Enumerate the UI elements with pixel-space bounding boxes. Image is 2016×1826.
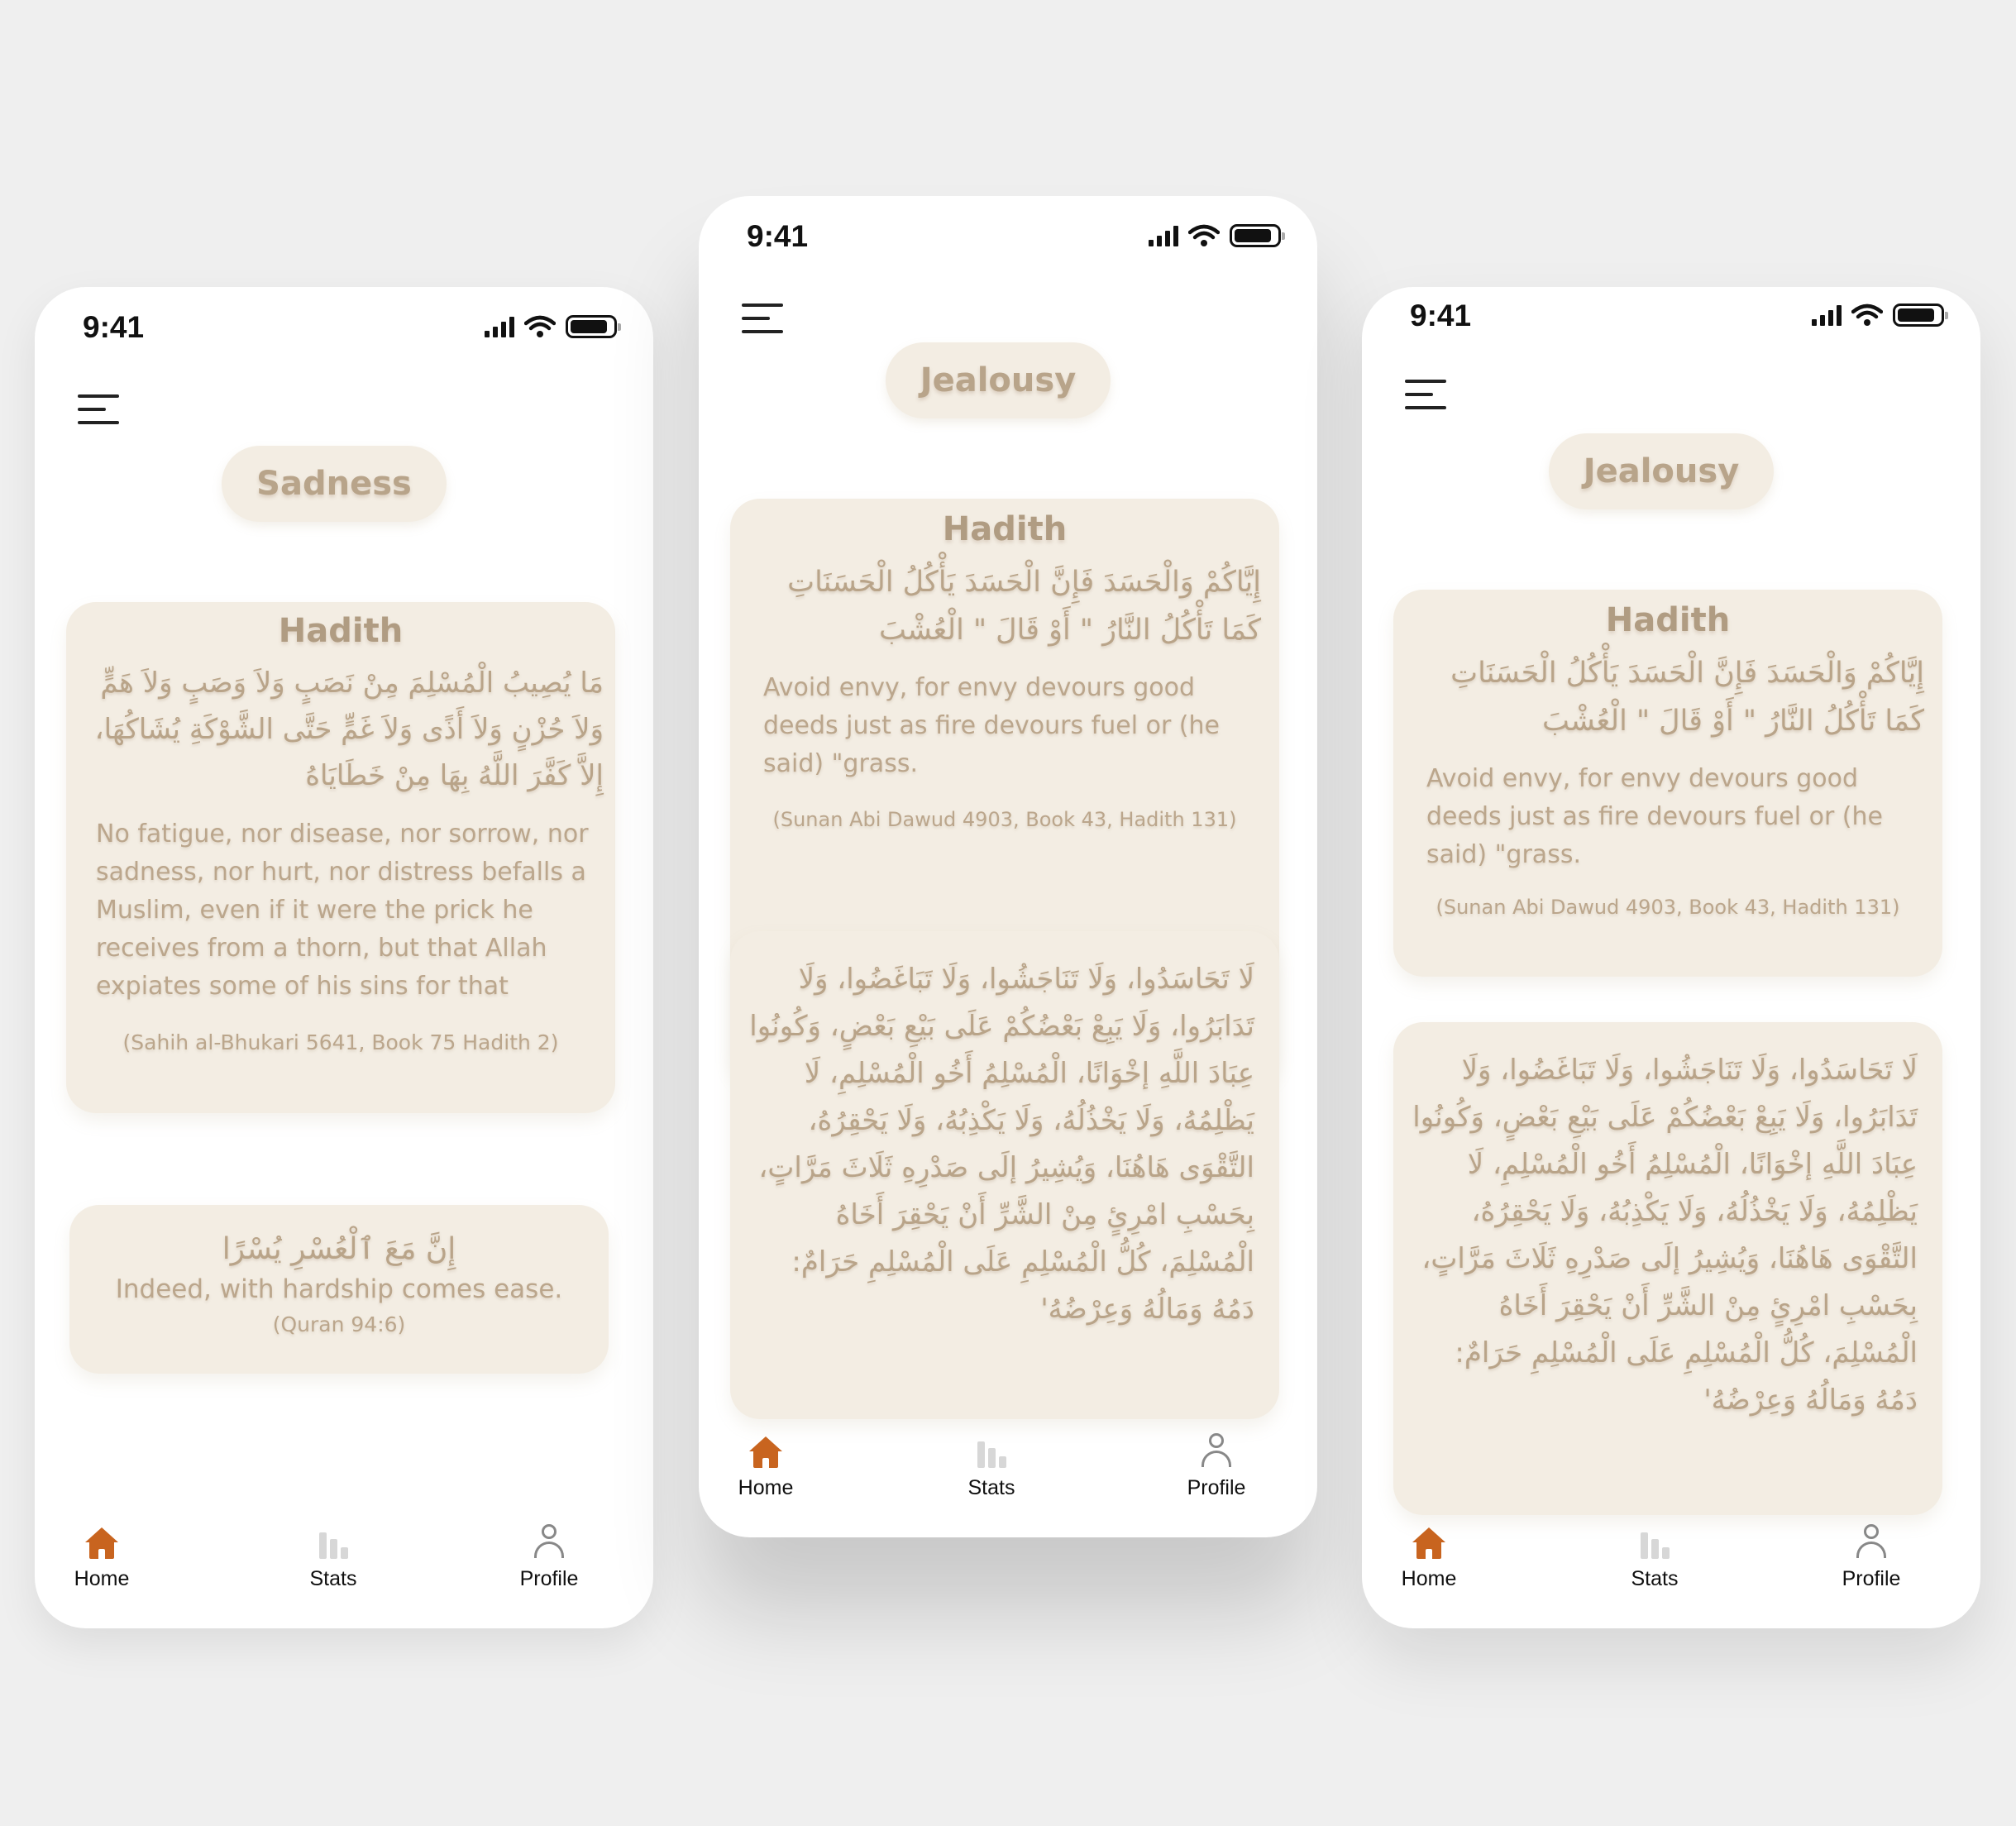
cellular-signal-icon [485,316,514,337]
hadith-translation: Avoid envy, for envy devours good deeds … [763,673,1220,778]
wifi-icon [524,315,556,337]
phone-screen-jealousy: 9:41 Jealousy Hadith إِيَّاكُمْ وَالْحَس… [699,196,1317,1537]
hadith-arabic-long-text: لَا تَحَاسَدُوا، وَلَا تَنَاجَشُوا، وَلَ… [749,963,1254,1326]
hadith-card-extended: لَا تَحَاسَدُوا، وَلَا تَنَاجَشُوا، وَلَ… [730,931,1279,1419]
hamburger-menu-icon[interactable] [742,304,783,333]
hadith-arabic-text: مَا يُصِيبُ الْمُسْلِمَ مِنْ نَصَبٍ وَلا… [94,667,604,792]
status-time: 9:41 [1410,299,1472,332]
hadith-reference: (Sunan Abi Dawud 4903, Book 43, Hadith 1… [772,808,1237,831]
status-icons [485,315,621,338]
nav-stats[interactable]: Stats [267,1521,399,1591]
hadith-arabic-text: إِيَّاكُمْ وَالْحَسَدَ فَإِنَّ الْحَسَدَ… [787,566,1261,647]
wifi-icon [1851,304,1883,326]
nav-profile[interactable]: Profile [483,1521,615,1591]
battery-icon [1893,304,1948,327]
hadith-card: Hadith مَا يُصِيبُ الْمُسْلِمَ مِنْ نَصَ… [66,602,615,1113]
hadith-card-extended: لَا تَحَاسَدُوا، وَلَا تَنَاجَشُوا، وَلَ… [1393,1022,1942,1515]
battery-icon [566,315,621,338]
topic-pill[interactable]: Jealousy [1549,433,1774,509]
nav-profile-label: Profile [1842,1567,1901,1590]
phone-screen-sadness: 9:41 Sadness Hadith مَا يُصِيبُ الْمُسْل… [35,287,653,1628]
hadith-arabic-long-text: لَا تَحَاسَدُوا، وَلَا تَنَاجَشُوا، وَلَ… [1412,1054,1918,1417]
battery-icon [1230,224,1285,247]
status-bar: 9:41 [1362,287,1980,370]
nav-stats-label: Stats [1631,1567,1679,1590]
status-bar: 9:41 [699,196,1317,279]
hamburger-menu-icon[interactable] [1405,380,1446,409]
status-time: 9:41 [83,310,145,344]
stats-icon [977,1440,1006,1468]
quran-arabic-text: إِنَّ مَعَ ٱلْعُسْرِ يُسْرًا [222,1232,456,1266]
nav-stats-label: Stats [309,1567,357,1590]
card-title: Hadith [942,510,1068,548]
hadith-arabic-text: إِيَّاكُمْ وَالْحَسَدَ فَإِنَّ الْحَسَدَ… [1450,657,1924,738]
topic-pill[interactable]: Jealousy [886,342,1111,418]
cellular-signal-icon [1812,304,1842,326]
nav-profile-label: Profile [1187,1476,1246,1499]
hamburger-menu-icon[interactable] [78,394,119,424]
nav-home-label: Home [74,1567,130,1590]
nav-home[interactable]: Home [36,1521,168,1591]
home-icon [1412,1527,1445,1559]
wifi-icon [1188,224,1220,246]
status-icons [1812,304,1948,327]
nav-stats-label: Stats [967,1476,1015,1499]
stats-icon [318,1531,348,1559]
nav-stats[interactable]: Stats [925,1430,1058,1500]
nav-stats[interactable]: Stats [1588,1521,1721,1591]
quran-reference: (Quran 94:6) [272,1312,406,1336]
hadith-card: Hadith إِيَّاكُمْ وَالْحَسَدَ فَإِنَّ ال… [1393,590,1942,977]
hadith-translation: Avoid envy, for envy devours good deeds … [1426,764,1883,869]
card-title: Hadith [1605,601,1731,639]
stats-icon [1640,1531,1670,1559]
nav-profile[interactable]: Profile [1150,1430,1283,1500]
status-icons [1149,224,1285,247]
nav-home[interactable]: Home [1363,1521,1495,1591]
phone-screen-jealousy-alt: 9:41 Jealousy Hadith إِيَّاكُمْ وَالْحَس… [1362,287,1980,1628]
quran-card: إِنَّ مَعَ ٱلْعُسْرِ يُسْرًا Indeed, wit… [69,1205,609,1374]
nav-home[interactable]: Home [700,1430,832,1500]
status-time: 9:41 [747,219,809,253]
profile-icon [1201,1433,1231,1468]
bottom-navigation: Home Stats Profile [35,1521,653,1628]
profile-icon [534,1524,564,1559]
nav-profile[interactable]: Profile [1805,1521,1937,1591]
profile-icon [1856,1524,1886,1559]
nav-home-label: Home [738,1476,794,1499]
hadith-reference: (Sahih al-Bhukari 5641, Book 75 Hadith 2… [122,1030,559,1054]
quran-translation: Indeed, with hardship comes ease. [115,1274,563,1304]
hadith-translation: No fatigue, nor disease, nor sorrow, nor… [96,820,589,1001]
hadith-reference: (Sunan Abi Dawud 4903, Book 43, Hadith 1… [1436,896,1900,919]
status-bar: 9:41 [35,287,653,370]
nav-profile-label: Profile [519,1567,579,1590]
card-title: Hadith [278,612,404,650]
home-icon [749,1436,782,1468]
cellular-signal-icon [1149,225,1178,246]
nav-home-label: Home [1401,1567,1457,1590]
bottom-navigation: Home Stats Profile [699,1430,1317,1537]
topic-pill[interactable]: Sadness [222,446,447,522]
bottom-navigation: Home Stats Profile [1362,1521,1980,1628]
home-icon [85,1527,118,1559]
